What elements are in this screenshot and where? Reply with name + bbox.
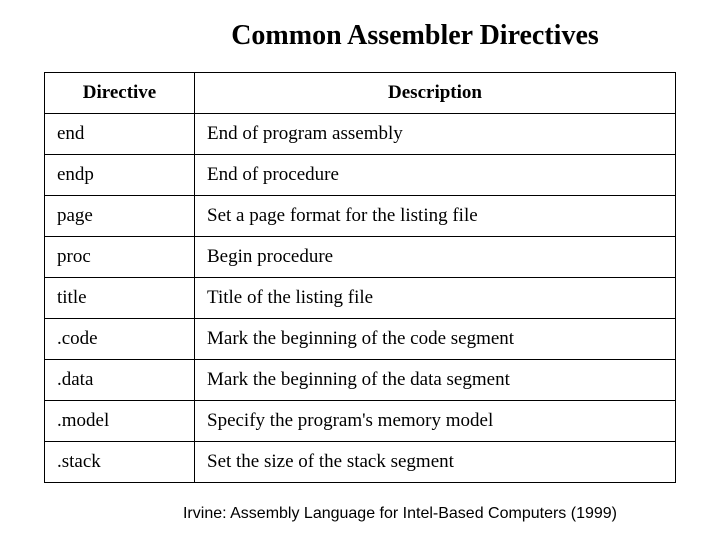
cell-directive: title [45, 278, 195, 319]
header-directive: Directive [45, 73, 195, 114]
cell-description: Title of the listing file [195, 278, 676, 319]
cell-description: Set the size of the stack segment [195, 442, 676, 483]
cell-directive: .model [45, 401, 195, 442]
table-row: title Title of the listing file [45, 278, 676, 319]
cell-directive: .data [45, 360, 195, 401]
slide-title: Common Assembler Directives [154, 20, 676, 52]
cell-description: Mark the beginning of the code segment [195, 319, 676, 360]
table-row: .stack Set the size of the stack segment [45, 442, 676, 483]
cell-description: Set a page format for the listing file [195, 196, 676, 237]
slide-footer: Irvine: Assembly Language for Intel-Base… [124, 505, 676, 523]
cell-directive: proc [45, 237, 195, 278]
table-row: end End of program assembly [45, 114, 676, 155]
table-row: endp End of procedure [45, 155, 676, 196]
cell-directive: .code [45, 319, 195, 360]
cell-directive: .stack [45, 442, 195, 483]
table-row: page Set a page format for the listing f… [45, 196, 676, 237]
cell-description: End of procedure [195, 155, 676, 196]
cell-directive: page [45, 196, 195, 237]
table-container: Directive Description end End of program… [44, 72, 676, 483]
cell-description: End of program assembly [195, 114, 676, 155]
table-row: .data Mark the beginning of the data seg… [45, 360, 676, 401]
cell-description: Specify the program's memory model [195, 401, 676, 442]
table-header-row: Directive Description [45, 73, 676, 114]
cell-description: Mark the beginning of the data segment [195, 360, 676, 401]
cell-directive: end [45, 114, 195, 155]
table-row: proc Begin procedure [45, 237, 676, 278]
cell-description: Begin procedure [195, 237, 676, 278]
table-row: .model Specify the program's memory mode… [45, 401, 676, 442]
cell-directive: endp [45, 155, 195, 196]
header-description: Description [195, 73, 676, 114]
slide: Common Assembler Directives Directive De… [0, 0, 720, 540]
table-row: .code Mark the beginning of the code seg… [45, 319, 676, 360]
directives-table: Directive Description end End of program… [44, 72, 676, 483]
